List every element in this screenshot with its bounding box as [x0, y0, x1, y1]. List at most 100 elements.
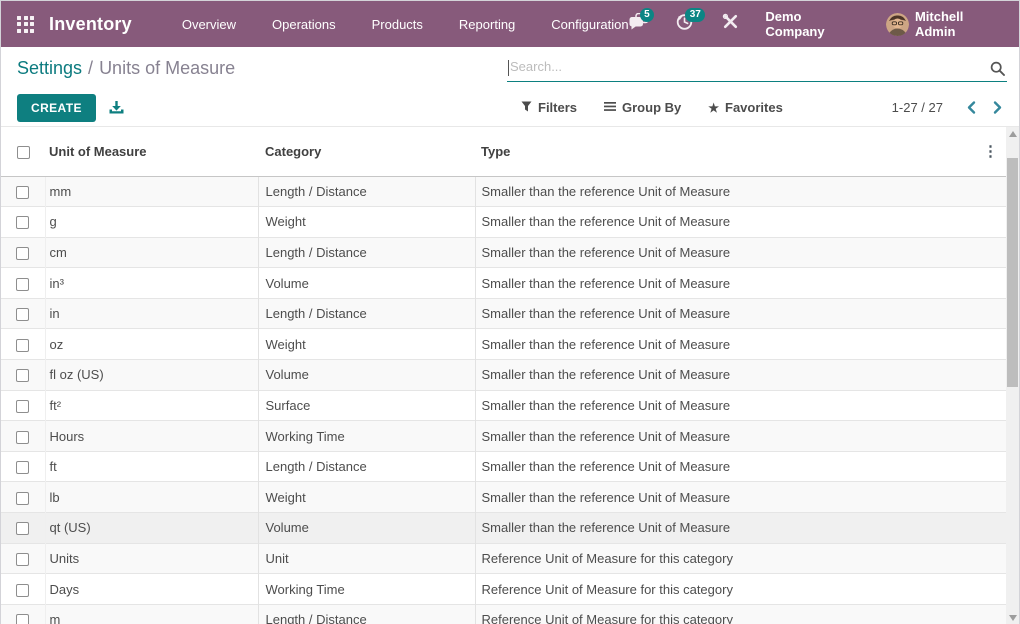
table-row[interactable]: fl oz (US)VolumeSmaller than the referen…	[1, 360, 1006, 391]
group-by-button[interactable]: Group By	[604, 100, 681, 115]
row-checkbox[interactable]	[16, 492, 29, 505]
cell-type: Smaller than the reference Unit of Measu…	[475, 390, 1006, 421]
row-checkbox[interactable]	[16, 247, 29, 260]
user-menu[interactable]: Mitchell Admin	[886, 9, 1005, 39]
row-checkbox[interactable]	[16, 400, 29, 413]
table-row[interactable]: HoursWorking TimeSmaller than the refere…	[1, 421, 1006, 452]
table-header-row: Unit of Measure Category Type	[1, 127, 1006, 176]
cell-category: Length / Distance	[258, 237, 475, 268]
scroll-down-icon[interactable]	[1006, 611, 1019, 624]
cell-unit: ft	[45, 451, 258, 482]
column-header-type[interactable]: Type	[475, 127, 1006, 176]
table-row[interactable]: gWeightSmaller than the reference Unit o…	[1, 207, 1006, 238]
table-row[interactable]: inLength / DistanceSmaller than the refe…	[1, 298, 1006, 329]
scroll-up-icon[interactable]	[1006, 127, 1019, 141]
activities-button[interactable]: 37	[674, 13, 696, 35]
table-row[interactable]: mLength / DistanceReference Unit of Meas…	[1, 604, 1006, 624]
pager-next-button[interactable]	[992, 100, 1003, 115]
cell-type: Smaller than the reference Unit of Measu…	[475, 360, 1006, 391]
apps-menu-icon[interactable]	[17, 16, 34, 33]
pager: 1-27 / 27	[892, 100, 1003, 115]
menu-item-reporting[interactable]: Reporting	[459, 17, 515, 32]
row-checkbox[interactable]	[16, 278, 29, 291]
menu-item-products[interactable]: Products	[372, 17, 423, 32]
filters-button[interactable]: Filters	[521, 100, 577, 115]
export-icon[interactable]	[108, 100, 125, 116]
menu-item-operations[interactable]: Operations	[272, 17, 336, 32]
table-row[interactable]: UnitsUnitReference Unit of Measure for t…	[1, 543, 1006, 574]
pager-previous-button[interactable]	[966, 100, 977, 115]
app-name[interactable]: Inventory	[49, 14, 132, 35]
table-row[interactable]: DaysWorking TimeReference Unit of Measur…	[1, 574, 1006, 605]
optional-columns-icon[interactable]: ⋮	[983, 144, 998, 159]
column-header-unit[interactable]: Unit of Measure	[45, 127, 258, 176]
menu-item-overview[interactable]: Overview	[182, 17, 236, 32]
row-checkbox[interactable]	[16, 339, 29, 352]
cell-type: Smaller than the reference Unit of Measu…	[475, 482, 1006, 513]
row-checkbox[interactable]	[16, 553, 29, 566]
row-checkbox[interactable]	[16, 216, 29, 229]
cell-category: Volume	[258, 360, 475, 391]
main-menu: Overview Operations Products Reporting Confi…	[182, 17, 629, 32]
uom-table: Unit of Measure Category Type mmLength /…	[1, 127, 1006, 624]
row-checkbox[interactable]	[16, 431, 29, 444]
cell-type: Smaller than the reference Unit of Measu…	[475, 329, 1006, 360]
row-checkbox[interactable]	[16, 461, 29, 474]
user-name: Mitchell Admin	[915, 9, 1005, 39]
table-row[interactable]: lbWeightSmaller than the reference Unit …	[1, 482, 1006, 513]
row-checkbox[interactable]	[16, 186, 29, 199]
cell-unit: ft²	[45, 390, 258, 421]
breadcrumb-settings-link[interactable]: Settings	[17, 58, 82, 79]
cell-type: Smaller than the reference Unit of Measu…	[475, 237, 1006, 268]
search-icon[interactable]	[990, 61, 1005, 81]
list-lines-icon	[604, 100, 616, 115]
favorites-button[interactable]: ★ Favorites	[708, 100, 783, 115]
table-row[interactable]: ft²SurfaceSmaller than the reference Uni…	[1, 390, 1006, 421]
tools-button[interactable]	[720, 13, 742, 35]
vertical-scrollbar[interactable]	[1006, 127, 1019, 624]
app-window: Inventory Overview Operations Products Repo…	[0, 0, 1020, 624]
list-view: Unit of Measure Category Type mmLength /…	[1, 127, 1019, 624]
cell-type: Reference Unit of Measure for this categ…	[475, 574, 1006, 605]
scrollbar-thumb[interactable]	[1007, 158, 1018, 387]
table-row[interactable]: ftLength / DistanceSmaller than the refe…	[1, 451, 1006, 482]
search-box	[507, 55, 1007, 82]
row-checkbox[interactable]	[16, 584, 29, 597]
table-row[interactable]: ozWeightSmaller than the reference Unit …	[1, 329, 1006, 360]
cell-unit: Hours	[45, 421, 258, 452]
avatar	[886, 13, 909, 36]
uom-table-body: mmLength / DistanceSmaller than the refe…	[1, 176, 1006, 624]
menu-item-configuration[interactable]: Configuration	[551, 17, 628, 32]
breadcrumb: Settings / Units of Measure	[17, 58, 235, 79]
table-row[interactable]: mmLength / DistanceSmaller than the refe…	[1, 176, 1006, 207]
table-row[interactable]: cmLength / DistanceSmaller than the refe…	[1, 237, 1006, 268]
cell-type: Smaller than the reference Unit of Measu…	[475, 513, 1006, 544]
cell-category: Volume	[258, 268, 475, 299]
control-panel-bottom: CREATE Filters	[1, 89, 1019, 127]
cell-unit: Days	[45, 574, 258, 605]
cell-category: Length / Distance	[258, 451, 475, 482]
cell-type: Smaller than the reference Unit of Measu…	[475, 451, 1006, 482]
select-all-checkbox[interactable]	[17, 146, 30, 159]
cell-category: Surface	[258, 390, 475, 421]
cell-unit: in³	[45, 268, 258, 299]
cell-unit: fl oz (US)	[45, 360, 258, 391]
company-switcher[interactable]: Demo Company	[765, 9, 862, 39]
row-checkbox[interactable]	[16, 522, 29, 535]
table-row[interactable]: in³VolumeSmaller than the reference Unit…	[1, 268, 1006, 299]
row-checkbox[interactable]	[16, 369, 29, 382]
search-input[interactable]	[507, 59, 1007, 76]
messages-button[interactable]: 5	[629, 13, 651, 35]
row-checkbox[interactable]	[16, 614, 29, 624]
cell-category: Weight	[258, 482, 475, 513]
cell-unit: m	[45, 604, 258, 624]
create-button[interactable]: CREATE	[17, 94, 96, 122]
text-caret	[508, 60, 509, 76]
column-header-category[interactable]: Category	[258, 127, 475, 176]
activities-count-badge: 37	[685, 8, 705, 22]
cell-category: Unit	[258, 543, 475, 574]
cell-category: Weight	[258, 329, 475, 360]
cell-category: Length / Distance	[258, 298, 475, 329]
table-row[interactable]: qt (US)VolumeSmaller than the reference …	[1, 513, 1006, 544]
row-checkbox[interactable]	[16, 308, 29, 321]
